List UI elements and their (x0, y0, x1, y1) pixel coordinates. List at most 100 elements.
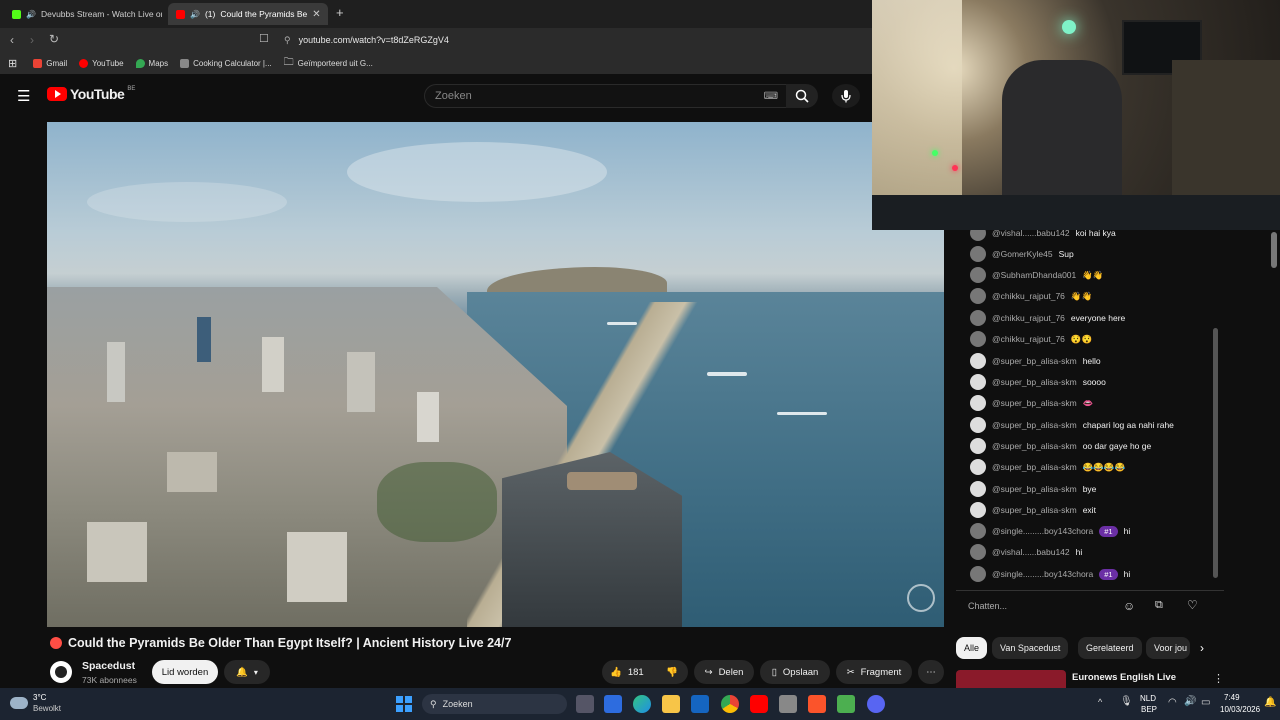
notification-icon[interactable]: 🔔 (1264, 697, 1276, 708)
page-scrollbar[interactable] (1271, 232, 1277, 268)
chat-author[interactable]: @super_bp_alisa-skm (992, 441, 1077, 451)
video-player[interactable] (47, 122, 944, 627)
edge-icon[interactable] (633, 695, 651, 713)
like-icon[interactable]: 👍 (610, 667, 622, 678)
search-button[interactable] (786, 84, 818, 108)
taskbar-search[interactable]: ⚲ Zoeken (422, 694, 567, 714)
voice-search-button[interactable] (832, 84, 860, 108)
join-button[interactable]: Lid worden (152, 660, 218, 684)
dislike-icon[interactable]: 👎 (666, 667, 678, 678)
app-icon[interactable] (837, 695, 855, 713)
avatar[interactable] (970, 246, 986, 262)
chat-author[interactable]: @super_bp_alisa-skm (992, 420, 1077, 430)
calculator-icon[interactable] (779, 695, 797, 713)
more-actions-button[interactable]: ⋯ (918, 660, 944, 684)
chat-author[interactable]: @GomerKyle45 (992, 249, 1053, 259)
chat-author[interactable]: @super_bp_alisa-skm (992, 505, 1077, 515)
bookmark-imported[interactable]: 🗀 Geïmporteerd uit G... (284, 55, 373, 72)
avatar[interactable] (970, 331, 986, 347)
avatar[interactable] (970, 353, 986, 369)
channel-avatar[interactable] (50, 661, 72, 683)
recommended-thumbnail[interactable] (956, 670, 1066, 688)
close-icon[interactable]: ✕ (312, 9, 320, 20)
chat-author[interactable]: @vishal......babu142 (992, 547, 1070, 557)
outlook-icon[interactable] (691, 695, 709, 713)
task-view-icon[interactable] (576, 695, 594, 713)
site-info-icon[interactable]: ⚲ (284, 35, 291, 46)
chat-author[interactable]: @chikku_rajput_76 (992, 334, 1065, 344)
save-button[interactable]: ▯ Opslaan (760, 660, 830, 684)
language-indicator[interactable]: NLD (1140, 694, 1156, 703)
chat-author[interactable]: @super_bp_alisa-skm (992, 356, 1077, 366)
channel-watermark-icon[interactable] (907, 584, 935, 612)
avatar[interactable] (970, 459, 986, 475)
tab-devubbs[interactable]: 🔊 Devubbs Stream - Watch Live on (4, 3, 162, 25)
bookmark-youtube[interactable]: YouTube (79, 58, 124, 68)
bookmark-cooking-calculator[interactable]: Cooking Calculator |... (180, 58, 272, 68)
avatar[interactable] (970, 481, 986, 497)
battery-icon[interactable]: ▭ (1201, 697, 1210, 708)
avatar[interactable] (970, 544, 986, 560)
forward-icon[interactable]: › (30, 33, 34, 47)
apps-icon[interactable]: ⊞ (8, 57, 17, 70)
reload-icon[interactable]: ↻ (49, 32, 59, 46)
like-count[interactable]: 181 (628, 667, 644, 678)
notifications-button[interactable]: 🔔 ▾ (224, 660, 270, 684)
avatar[interactable] (970, 417, 986, 433)
chat-input[interactable]: Chatten... (968, 596, 1128, 616)
channel-name[interactable]: Spacedust (82, 660, 135, 672)
youtube-logo[interactable]: YouTube BE (47, 86, 135, 102)
chat-author[interactable]: @super_bp_alisa-skm (992, 398, 1077, 408)
menu-icon[interactable]: ☰ (17, 87, 30, 105)
chevron-right-icon[interactable]: › (1200, 641, 1204, 655)
chat-scrollbar[interactable] (1213, 328, 1218, 578)
chat-author[interactable]: @single.........boy143chora (992, 526, 1093, 536)
avatar[interactable] (970, 395, 986, 411)
file-explorer-icon[interactable] (662, 695, 680, 713)
avatar[interactable] (970, 374, 986, 390)
avatar[interactable] (970, 267, 986, 283)
weather-temp[interactable]: 3°C (33, 693, 46, 702)
avatar[interactable] (970, 310, 986, 326)
emoji-icon[interactable]: ☺ (1123, 599, 1135, 613)
clock-date[interactable]: 10/03/2026 (1220, 705, 1260, 714)
clip-button[interactable]: ✂ Fragment (836, 660, 912, 684)
chat-author[interactable]: @chikku_rajput_76 (992, 313, 1065, 323)
bookmark-icon[interactable]: ☐ (259, 32, 269, 45)
avatar[interactable] (970, 502, 986, 518)
avatar[interactable] (970, 288, 986, 304)
bookmark-maps[interactable]: Maps (135, 58, 168, 68)
brave-icon[interactable] (808, 695, 826, 713)
back-icon[interactable]: ‹ (10, 33, 14, 47)
address-bar[interactable]: ⚲ youtube.com/watch?v=t8dZeRGZgV4 (280, 31, 870, 49)
wifi-icon[interactable]: ◠ (1168, 697, 1177, 708)
tab-pyramids[interactable]: 🔊 (1) Could the Pyramids Be ✕ (168, 3, 328, 25)
weather-desc[interactable]: Bewolkt (33, 704, 61, 713)
volume-icon[interactable]: 🔊 (1184, 696, 1196, 707)
chat-author[interactable]: @super_bp_alisa-skm (992, 462, 1077, 472)
chat-author[interactable]: @super_bp_alisa-skm (992, 484, 1077, 494)
recommended-title[interactable]: Euronews English Live (1072, 672, 1176, 683)
heart-icon[interactable]: ♡ (1187, 598, 1198, 612)
avatar[interactable] (970, 438, 986, 454)
share-button[interactable]: ↪ Delen (694, 660, 754, 684)
avatar[interactable] (970, 566, 986, 582)
new-tab-button[interactable]: + (336, 5, 344, 20)
chat-author[interactable]: @SubhamDhanda001 (992, 270, 1076, 280)
more-vert-icon[interactable]: ⋮ (1213, 672, 1224, 685)
store-icon[interactable] (604, 695, 622, 713)
keyboard-icon[interactable]: ⌨ (764, 91, 778, 102)
avatar[interactable] (970, 523, 986, 539)
microphone-tray-icon[interactable]: 🎙 (1120, 696, 1133, 707)
chip-for-you[interactable]: Voor jou (1146, 637, 1190, 659)
bookmark-gmail[interactable]: Gmail (33, 58, 67, 68)
chip-all[interactable]: Alle (956, 637, 988, 659)
chat-author[interactable]: @chikku_rajput_76 (992, 291, 1065, 301)
avatar[interactable] (970, 230, 986, 241)
chat-author[interactable]: @super_bp_alisa-skm (992, 377, 1077, 387)
youtube-app-icon[interactable] (750, 695, 768, 713)
chrome-icon[interactable] (721, 695, 739, 713)
super-chat-icon[interactable]: ⧉ (1155, 599, 1163, 612)
chip-from-channel[interactable]: Van Spacedust (992, 637, 1069, 659)
keyboard-layout[interactable]: BEP (1141, 705, 1157, 714)
